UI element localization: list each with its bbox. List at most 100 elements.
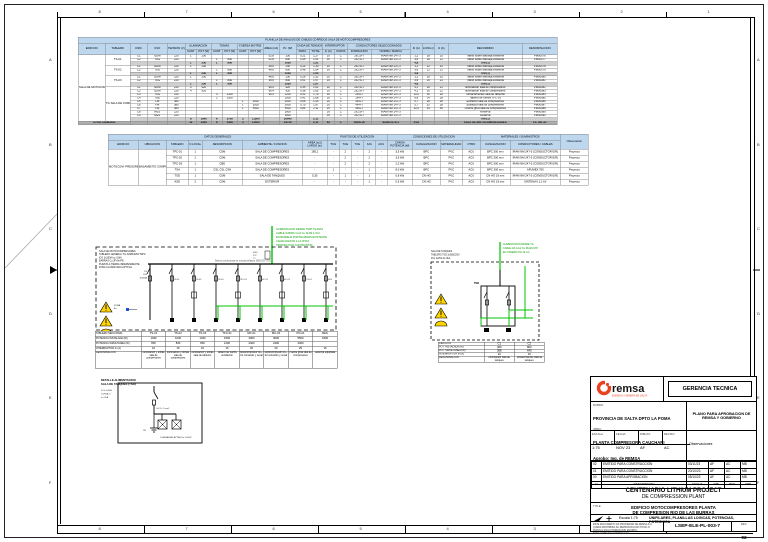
column-header: TCE <box>351 140 364 150</box>
fecha-label: FECHA <box>616 432 626 436</box>
load-device <box>302 318 306 322</box>
remsa-logo: remsa ENERGIA Y MINERIA DE SALTA <box>596 380 648 398</box>
building-cell: SALA DE MOTOCOMPRESORES (CSM) <box>78 54 106 122</box>
column-header: RECORRIDO <box>448 43 523 55</box>
grid-tick <box>579 524 580 533</box>
dept-cell: GERENCIA TECNICA <box>663 377 756 401</box>
feeder-note: EN BANDEJA PORTACABLES EXISTENTE <box>276 235 327 239</box>
main-diagram-table: TABLERO SECCIONAL TS-01 TS-02 TS-03 TFC-01 MC… <box>95 331 338 369</box>
data-cell: SALA DE MOTOCOMPRESORES <box>448 121 523 125</box>
grid-tick <box>579 12 580 17</box>
breaker-switch <box>322 267 327 275</box>
drawing-sheet: 8 7 6 5 4 3 2 1 A B C D E F A B C D E F 8 7 6 5 4 3 2 1 PLANILLA D… <box>0 0 768 542</box>
description-cell: Iluminacion y tomas sala de compresores <box>165 351 191 369</box>
diagram-note: TABLERO TSD 3x380/220V <box>431 253 460 256</box>
column-header: TABLERO <box>166 140 189 150</box>
grid-ref-left: A <box>49 57 52 63</box>
grid-ref-right: F <box>757 479 760 485</box>
column-header: MATERIALIDAD <box>440 140 463 150</box>
breaker-switch <box>168 267 173 275</box>
breaker-switch <box>212 267 217 275</box>
grid-ref-top: 7 <box>185 9 188 14</box>
status-cell: PLANO PARA APROBACION DE REMSA Y GOBIERN… <box>686 401 756 430</box>
data-cell: ACU <box>462 179 481 186</box>
description-cell: Reserva equipada <box>312 351 338 369</box>
description-cell: Iluminacion y tomas sala de compresores <box>141 351 166 369</box>
description-cell: Motocompresor MC-01 comando y senal <box>239 351 264 369</box>
building-cell: MOTOCOM- PRESORES <box>108 149 139 186</box>
column-header: LONG (m) <box>422 43 435 55</box>
feeder-note: CANALIZACION A LA VISTA <box>276 239 309 243</box>
feeder-note: CABLE 4x6 mm2 Cu IRAM 2178 <box>503 247 538 250</box>
column-header: TABLERO <box>105 43 131 55</box>
title-block: remsa ENERGIA Y MINERIA DE SALTA GERENCI… <box>590 376 757 541</box>
bus-note: Barras conductoras de energia trifasica … <box>215 260 271 263</box>
data-cell: 8 <box>211 121 223 125</box>
grid-ref-right: B <box>757 141 760 147</box>
column-header: USO <box>147 43 168 55</box>
detail-label: CURVA C <box>101 392 111 395</box>
rubro-value: PROVINCIA DE SALTA DPTO LA POMA <box>593 416 671 421</box>
circuit-label: PG-01 <box>306 279 313 281</box>
data-cell: - <box>351 179 364 186</box>
breaker-switch <box>153 391 159 400</box>
observaciones-cell: Observaciones <box>686 430 756 460</box>
column-header: AMBIENTE / FUNCION <box>242 140 303 150</box>
grid-tick <box>144 12 145 17</box>
data-cell: CN HG 19 mm <box>480 179 511 186</box>
data-cell <box>147 121 168 125</box>
grid-tick <box>666 12 667 17</box>
scale-row: Escala 1:75 UNIFILARES, PLANILLAS LOGICA… <box>591 514 756 524</box>
description-cell: Puente grua sala de compresores <box>288 351 313 369</box>
description-cell: Iluminacion y tomas sala de tableros <box>190 351 215 369</box>
data-cell <box>130 121 148 125</box>
rev-label: REV. <box>740 522 748 526</box>
blue-marker <box>126 308 129 311</box>
meter-label: ICP <box>253 255 257 257</box>
panel-group-cell: TG SALA DE COMPRESORES <box>105 86 131 122</box>
incomer-label: ICG <box>143 274 147 276</box>
escala-label: ESCALA <box>592 432 604 436</box>
breaker-switch <box>234 267 239 275</box>
dept-name: GERENCIA TECNICA <box>682 386 738 392</box>
column-header: N LOCAL <box>188 140 203 150</box>
panel-group-cell: TS-01 <box>105 54 131 66</box>
grid-ref-top: 2 <box>620 9 623 14</box>
load-device <box>170 318 174 322</box>
breaker-switch <box>300 267 305 275</box>
load-device <box>236 318 240 322</box>
warning-note: ZONA <box>114 304 121 307</box>
grid-tick <box>492 12 493 17</box>
data-cell: 2 <box>188 179 203 186</box>
column-header: ACU <box>375 140 388 150</box>
grid-ref-bottom: 3 <box>533 525 536 531</box>
diagram-note: SALA DE TANQUES <box>431 250 453 253</box>
scale-label: Escala 1:75 <box>619 516 638 520</box>
cable-analysis-table: PLANILLA DE ANALISIS DE CABLES CORRIDOS … <box>77 37 558 125</box>
panel-label: TSD <box>474 281 479 285</box>
drawing-number: LSEP-ELE-PL-003-7 <box>674 524 721 529</box>
data-cell: 3 <box>237 121 249 125</box>
feeder-note: CABLE 3x95/50 mm2 Cu XLPE 1,1kV <box>276 231 320 235</box>
status-text: PLANO PARA APROBACION DE REMSA Y GOBIERN… <box>692 412 751 420</box>
project-cell: CENTENARIO LITHIUM PROJECT DE COMPRESSIO… <box>591 484 756 502</box>
logo-tagline: ENERGIA Y MINERIA DE SALTA <box>612 395 648 398</box>
description-cell: Iluminacion sala de tanques <box>484 356 515 363</box>
feeder-note: TENDIDO POR CONTRATISTA <box>276 243 313 247</box>
column-header: Ib (A) <box>410 43 423 55</box>
description-cell: Tablero de fuerza ventilacion <box>214 351 240 369</box>
grid-tick <box>318 12 319 17</box>
load-device <box>324 318 328 322</box>
column-header: CANALIZACION <box>480 140 511 150</box>
table-row: TOTAL GENERAL 10 2300 8 5300 3 11500 24730 2,11 6… <box>78 121 558 125</box>
data-cell <box>296 121 310 125</box>
column-header: OTRO <box>462 140 481 150</box>
data-cell: Proyecto <box>560 179 589 186</box>
fields-cell: ESCALA 1:75 FECHA NOV 23 DIBUJO AF REVISO AC… <box>591 430 690 461</box>
column-header: CANALIZACION <box>412 140 441 150</box>
data-cell: 63 <box>322 121 335 125</box>
meter-label: kWh <box>253 252 258 254</box>
load-device <box>192 318 196 322</box>
circuit-label: TFC-01 <box>240 279 248 281</box>
column-header: AREA (m2) LARGO (m) <box>301 140 328 150</box>
